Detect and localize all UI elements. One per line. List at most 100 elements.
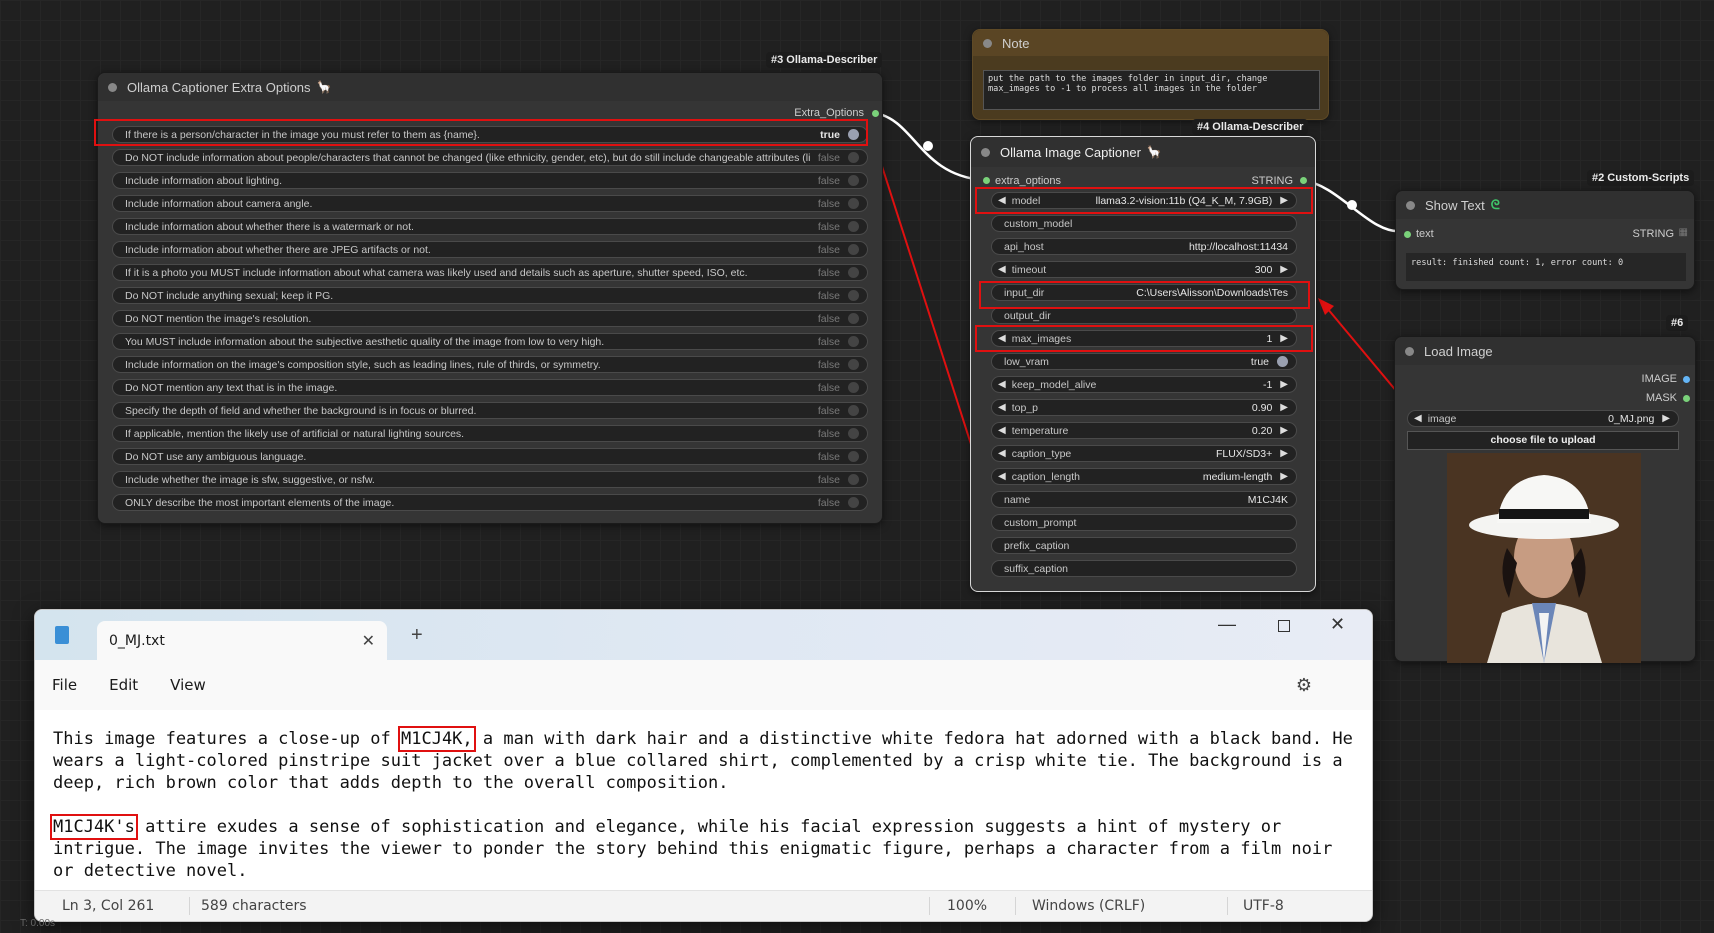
extra-options-node[interactable]: Ollama Captioner Extra Options 🦙 Extra_O… xyxy=(97,72,883,524)
arrow-left-icon[interactable]: ◀ xyxy=(998,195,1006,206)
arrow-right-icon[interactable]: ▶ xyxy=(1662,413,1670,424)
input-slot-dot[interactable] xyxy=(1404,231,1411,238)
suffix-caption-field[interactable]: suffix_caption xyxy=(991,560,1297,577)
node-header[interactable]: Note xyxy=(973,30,1328,56)
node-header[interactable]: Ollama Captioner Extra Options 🦙 xyxy=(98,73,882,101)
arrow-right-icon[interactable]: ▶ xyxy=(1280,195,1288,206)
option-toggle[interactable]: Include information on the image's compo… xyxy=(112,356,868,373)
option-toggle[interactable]: If applicable, mention the likely use of… xyxy=(112,425,868,442)
arrow-right-icon[interactable]: ▶ xyxy=(1280,448,1288,459)
menu-file[interactable]: File xyxy=(52,676,77,694)
arrow-left-icon[interactable]: ◀ xyxy=(998,333,1006,344)
toggle-knob-icon[interactable] xyxy=(848,129,859,140)
option-toggle[interactable]: Include whether the image is sfw, sugges… xyxy=(112,471,868,488)
output-slot-dot[interactable] xyxy=(1683,376,1690,383)
zoom-level[interactable]: 100% xyxy=(947,898,987,914)
toggle-knob-icon[interactable] xyxy=(848,497,859,508)
toggle-knob-icon[interactable] xyxy=(848,313,859,324)
option-toggle[interactable]: Do NOT use any ambiguous language. false xyxy=(112,448,868,465)
arrow-right-icon[interactable]: ▶ xyxy=(1280,333,1288,344)
show-text-node[interactable]: Show Text ᘓ text STRING ▦ result: finish… xyxy=(1395,190,1695,290)
captioner-node[interactable]: Ollama Image Captioner 🦙 extra_options S… xyxy=(970,136,1316,592)
arrow-left-icon[interactable]: ◀ xyxy=(998,402,1006,413)
output-dir-field[interactable]: output_dir xyxy=(991,307,1297,324)
name-field[interactable]: name M1CJ4K xyxy=(991,491,1297,508)
menu-edit[interactable]: Edit xyxy=(109,676,138,694)
result-text[interactable]: result: finished count: 1, error count: … xyxy=(1406,253,1686,281)
title-bar[interactable]: 0_MJ.txt ✕ + — ✕ xyxy=(35,610,1372,660)
output-slot-dot[interactable] xyxy=(1300,177,1307,184)
arrow-right-icon[interactable]: ▶ xyxy=(1280,425,1288,436)
toggle-knob-icon[interactable] xyxy=(848,428,859,439)
arrow-right-icon[interactable]: ▶ xyxy=(1280,379,1288,390)
option-toggle[interactable]: If it is a photo you MUST include inform… xyxy=(112,264,868,281)
option-toggle[interactable]: If there is a person/character in the im… xyxy=(112,126,868,143)
tab-file[interactable]: 0_MJ.txt ✕ xyxy=(97,621,387,660)
caption-length-combo[interactable]: ◀ caption_length medium-length ▶ xyxy=(991,468,1297,485)
toggle-knob-icon[interactable] xyxy=(848,405,859,416)
collapse-dot-icon[interactable] xyxy=(983,38,992,48)
arrow-left-icon[interactable]: ◀ xyxy=(998,425,1006,436)
option-toggle[interactable]: Include information about whether there … xyxy=(112,241,868,258)
encoding[interactable]: UTF-8 xyxy=(1243,898,1284,914)
note-node[interactable]: Note put the path to the images folder i… xyxy=(972,29,1329,120)
image-combo[interactable]: ◀ image 0_MJ.png ▶ xyxy=(1407,410,1679,427)
toggle-knob-icon[interactable] xyxy=(848,290,859,301)
input-slot-dot[interactable] xyxy=(983,177,990,184)
arrow-left-icon[interactable]: ◀ xyxy=(1414,413,1422,424)
load-image-node[interactable]: Load Image IMAGE MASK ◀ image 0_MJ.png ▶… xyxy=(1394,336,1696,663)
arrow-left-icon[interactable]: ◀ xyxy=(998,379,1006,390)
toggle-knob-icon[interactable] xyxy=(1277,356,1288,367)
toggle-knob-icon[interactable] xyxy=(848,175,859,186)
temperature-stepper[interactable]: ◀ temperature 0.20 ▶ xyxy=(991,422,1297,439)
caption-type-combo[interactable]: ◀ caption_type FLUX/SD3+ ▶ xyxy=(991,445,1297,462)
new-tab-icon[interactable]: + xyxy=(411,624,423,647)
option-toggle[interactable]: Include information about camera angle. f… xyxy=(112,195,868,212)
toggle-knob-icon[interactable] xyxy=(848,359,859,370)
close-window-icon[interactable]: ✕ xyxy=(1330,614,1345,635)
node-header[interactable]: Ollama Image Captioner 🦙 xyxy=(971,137,1315,167)
low-vram-toggle[interactable]: low_vram true xyxy=(991,353,1297,370)
toggle-knob-icon[interactable] xyxy=(848,198,859,209)
arrow-right-icon[interactable]: ▶ xyxy=(1280,471,1288,482)
option-toggle[interactable]: ONLY describe the most important element… xyxy=(112,494,868,511)
menu-view[interactable]: View xyxy=(170,676,206,694)
arrow-left-icon[interactable]: ◀ xyxy=(998,448,1006,459)
option-toggle[interactable]: Include information about lighting. false xyxy=(112,172,868,189)
model-combo[interactable]: ◀ model llama3.2-vision:11b (Q4_K_M, 7.9… xyxy=(991,192,1297,209)
top-p-stepper[interactable]: ◀ top_p 0.90 ▶ xyxy=(991,399,1297,416)
collapse-dot-icon[interactable] xyxy=(1406,200,1415,210)
note-text[interactable]: put the path to the images folder in inp… xyxy=(983,70,1320,110)
collapse-dot-icon[interactable] xyxy=(1405,346,1414,356)
settings-gear-icon[interactable]: ⚙ xyxy=(1296,675,1312,696)
text-editor[interactable]: This image features a close-up of M1CJ4K… xyxy=(35,710,1372,892)
option-toggle[interactable]: Include information about whether there … xyxy=(112,218,868,235)
option-toggle[interactable]: Do NOT include information about people/… xyxy=(112,149,868,166)
output-slot-dot[interactable] xyxy=(1683,395,1690,402)
collapse-dot-icon[interactable] xyxy=(981,147,990,157)
timeout-stepper[interactable]: ◀ timeout 300 ▶ xyxy=(991,261,1297,278)
prefix-caption-field[interactable]: prefix_caption xyxy=(991,537,1297,554)
custom-prompt-field[interactable]: custom_prompt xyxy=(991,514,1297,531)
line-ending[interactable]: Windows (CRLF) xyxy=(1032,898,1145,914)
maximize-icon[interactable] xyxy=(1278,620,1290,632)
collapse-dot-icon[interactable] xyxy=(108,82,117,92)
toggle-knob-icon[interactable] xyxy=(848,244,859,255)
toggle-knob-icon[interactable] xyxy=(848,221,859,232)
toggle-knob-icon[interactable] xyxy=(848,152,859,163)
option-toggle[interactable]: Do NOT mention the image's resolution. fa… xyxy=(112,310,868,327)
custom-model-field[interactable]: custom_model xyxy=(991,215,1297,232)
option-toggle[interactable]: Do NOT mention any text that is in the i… xyxy=(112,379,868,396)
api-host-field[interactable]: api_host http://localhost:11434 xyxy=(991,238,1297,255)
option-toggle[interactable]: Do NOT include anything sexual; keep it … xyxy=(112,287,868,304)
arrow-right-icon[interactable]: ▶ xyxy=(1280,264,1288,275)
option-toggle[interactable]: You MUST include information about the s… xyxy=(112,333,868,350)
option-toggle[interactable]: Specify the depth of field and whether t… xyxy=(112,402,868,419)
toggle-knob-icon[interactable] xyxy=(848,336,859,347)
minimize-icon[interactable]: — xyxy=(1218,614,1236,635)
input-dir-field[interactable]: input_dir C:\Users\Alisson\Downloads\Tes xyxy=(991,284,1297,301)
output-slot-dot[interactable] xyxy=(872,110,879,117)
max-images-stepper[interactable]: ◀ max_images 1 ▶ xyxy=(991,330,1297,347)
keep-model-alive-stepper[interactable]: ◀ keep_model_alive -1 ▶ xyxy=(991,376,1297,393)
node-header[interactable]: Show Text ᘓ xyxy=(1396,191,1694,219)
